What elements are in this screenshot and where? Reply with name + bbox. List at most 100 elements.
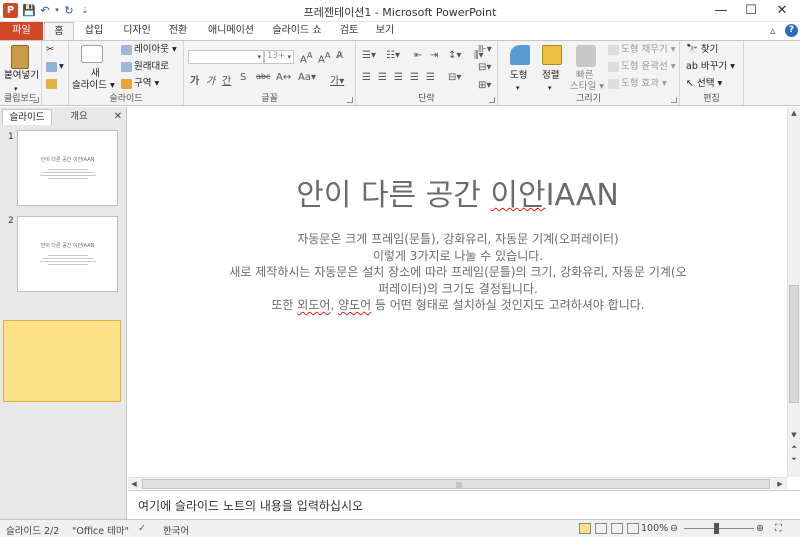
justify-icon[interactable]: ☰ (410, 72, 419, 83)
horizontal-scrollbar[interactable]: ◀ ||| ▶ (128, 477, 787, 489)
slide-thumbnail-2[interactable]: 안이 다른 공간 이안IAAN (17, 216, 118, 292)
bullets-icon[interactable]: ☰▾ (362, 50, 376, 61)
scroll-up-icon[interactable]: ▲ (788, 107, 800, 119)
scroll-down-icon[interactable]: ▼ (788, 429, 800, 441)
zoom-slider[interactable] (684, 528, 754, 529)
tab-insert[interactable]: 삽입 (80, 22, 108, 40)
next-slide-icon[interactable]: ⏷ (788, 453, 800, 465)
new-slide-label[interactable]: 새 (91, 68, 100, 80)
tab-home[interactable]: 홈 (44, 22, 74, 41)
layout-button[interactable]: 레이아웃 ▾ (121, 44, 177, 56)
notes-placeholder[interactable]: 여기에 슬라이드 노트의 내용을 입력하십시오 (138, 497, 363, 514)
align-text-icon[interactable]: ⊟▾ (478, 62, 491, 73)
text-direction-icon[interactable]: ⊪▾ (478, 44, 492, 55)
paragraph-launcher-icon[interactable] (489, 97, 495, 103)
normal-view-icon[interactable] (579, 523, 591, 534)
align-center-icon[interactable]: ☰ (378, 72, 387, 83)
font-size-combo[interactable]: 13+ ▾ (264, 50, 294, 64)
font-launcher-icon[interactable] (347, 97, 353, 103)
underline-icon[interactable]: 간 (222, 72, 231, 87)
zoom-slider-knob[interactable] (714, 523, 719, 534)
slide-editor[interactable]: 안이 다른 공간 이안IAAN 자동문은 크게 프레임(문틀), 강화유리, 자… (128, 107, 787, 477)
strikethrough-icon[interactable]: abc (256, 72, 270, 81)
theme-name[interactable]: "Office 테마" (72, 523, 129, 537)
text-align-icon[interactable]: ⊟▾ (448, 72, 461, 83)
paste-button[interactable]: 붙여넣기 (4, 70, 39, 82)
italic-icon[interactable]: 가 (206, 72, 215, 87)
line-spacing-icon[interactable]: ↕▾ (448, 50, 461, 61)
shapes-button[interactable]: 도형 (510, 70, 527, 82)
vertical-scroll-thumb[interactable] (789, 285, 799, 403)
numbering-icon[interactable]: ☷▾ (386, 50, 400, 61)
zoom-in-icon[interactable]: ⊕ (756, 523, 764, 534)
drawing-launcher-icon[interactable] (671, 97, 677, 103)
grow-font-icon[interactable]: AA (300, 50, 313, 65)
change-case-icon[interactable]: Aa▾ (298, 72, 316, 83)
shape-outline-button[interactable]: 도형 윤곽선 ▾ (608, 61, 676, 73)
clipboard-launcher-icon[interactable] (33, 97, 39, 103)
align-right-icon[interactable]: ☰ (394, 72, 403, 83)
section-button[interactable]: 구역 ▾ (121, 78, 159, 90)
cut-icon[interactable]: ✂ (46, 44, 54, 56)
minimize-button[interactable]: — (706, 0, 736, 22)
shadow-icon[interactable]: S (240, 72, 246, 83)
scroll-right-icon[interactable]: ▶ (774, 478, 786, 490)
tab-animations[interactable]: 애니메이션 (204, 22, 258, 40)
arrange-icon[interactable] (542, 45, 562, 65)
decrease-indent-icon[interactable]: ⇤ (414, 50, 422, 61)
fit-to-window-icon[interactable]: ⛶ (775, 523, 782, 534)
clear-format-icon[interactable]: A̷ (336, 50, 343, 61)
font-color-icon[interactable]: 가▾ (330, 72, 344, 87)
shape-fill-button[interactable]: 도형 채우기 ▾ (608, 44, 676, 56)
maximize-button[interactable]: ☐ (736, 0, 766, 22)
bold-icon[interactable]: 가 (190, 72, 199, 87)
ribbon-minimize-icon[interactable]: ▵ (770, 24, 776, 37)
shape-effects-button[interactable]: 도형 효과 ▾ (608, 78, 667, 90)
slide-title[interactable]: 안이 다른 공간 이안IAAN (128, 170, 787, 214)
tab-file[interactable]: 파일 (0, 22, 43, 40)
tab-review[interactable]: 검토 (335, 22, 363, 40)
font-name-combo[interactable]: ▾ (188, 50, 264, 64)
smartart-icon[interactable]: ⊞▾ (478, 80, 491, 91)
find-button[interactable]: 🔭 찾기 (686, 44, 718, 56)
slide-thumbnail-1[interactable]: 안이 다른 공간 이안IAAN (17, 130, 118, 206)
notes-pane[interactable]: 여기에 슬라이드 노트의 내용을 입력하십시오 (128, 490, 800, 519)
slide-sorter-view-icon[interactable] (595, 523, 607, 534)
tab-outline-pane[interactable]: 개요 (54, 109, 104, 125)
vertical-scrollbar[interactable]: ▲ ▼ ⏶ ⏷ (787, 107, 800, 477)
slideshow-view-icon[interactable] (627, 523, 639, 534)
char-spacing-icon[interactable]: A↔ (276, 72, 291, 83)
zoom-out-icon[interactable]: ⊖ (670, 523, 678, 534)
shrink-font-icon[interactable]: AA (318, 50, 331, 65)
tab-transitions[interactable]: 전환 (164, 22, 192, 40)
zoom-level[interactable]: 100% (641, 523, 668, 534)
copy-icon[interactable]: ▾ (46, 61, 64, 73)
reading-view-icon[interactable] (611, 523, 623, 534)
scroll-left-icon[interactable]: ◀ (128, 478, 140, 490)
horizontal-scroll-thumb[interactable]: ||| (142, 479, 770, 489)
slide-body-text[interactable]: 자동문은 크게 프레임(문틀), 강화유리, 자동문 기계(오퍼레이터) 이렇게… (188, 231, 728, 314)
new-slide-icon[interactable] (81, 45, 103, 63)
reset-button[interactable]: 원래대로 (121, 61, 169, 73)
increase-indent-icon[interactable]: ⇥ (430, 50, 438, 61)
language-indicator[interactable]: 한국어 (163, 523, 189, 537)
replace-button[interactable]: ab 바꾸기 ▾ (686, 61, 735, 73)
tab-slideshow[interactable]: 슬라이드 쇼 (268, 22, 326, 40)
tab-view[interactable]: 보기 (371, 22, 399, 40)
spell-check-icon[interactable]: ✓ (138, 523, 146, 534)
tab-slides-pane[interactable]: 슬라이드 (2, 109, 52, 125)
previous-slide-icon[interactable]: ⏶ (788, 441, 800, 453)
shape-outline-icon (608, 61, 619, 72)
paste-icon[interactable] (11, 45, 29, 69)
format-painter-icon[interactable] (46, 78, 59, 90)
help-icon[interactable]: ? (785, 24, 798, 37)
arrange-button[interactable]: 정렬 (542, 70, 559, 82)
tab-design[interactable]: 디자인 (118, 22, 156, 40)
shapes-icon[interactable] (510, 45, 530, 65)
align-left-icon[interactable]: ☰ (362, 72, 371, 83)
distributed-icon[interactable]: ☰ (426, 72, 435, 83)
quick-styles-icon[interactable] (576, 45, 596, 67)
select-button[interactable]: ↖ 선택 ▾ (686, 78, 722, 90)
close-button[interactable]: ✕ (767, 0, 797, 22)
pane-close-icon[interactable]: ✕ (111, 109, 125, 125)
